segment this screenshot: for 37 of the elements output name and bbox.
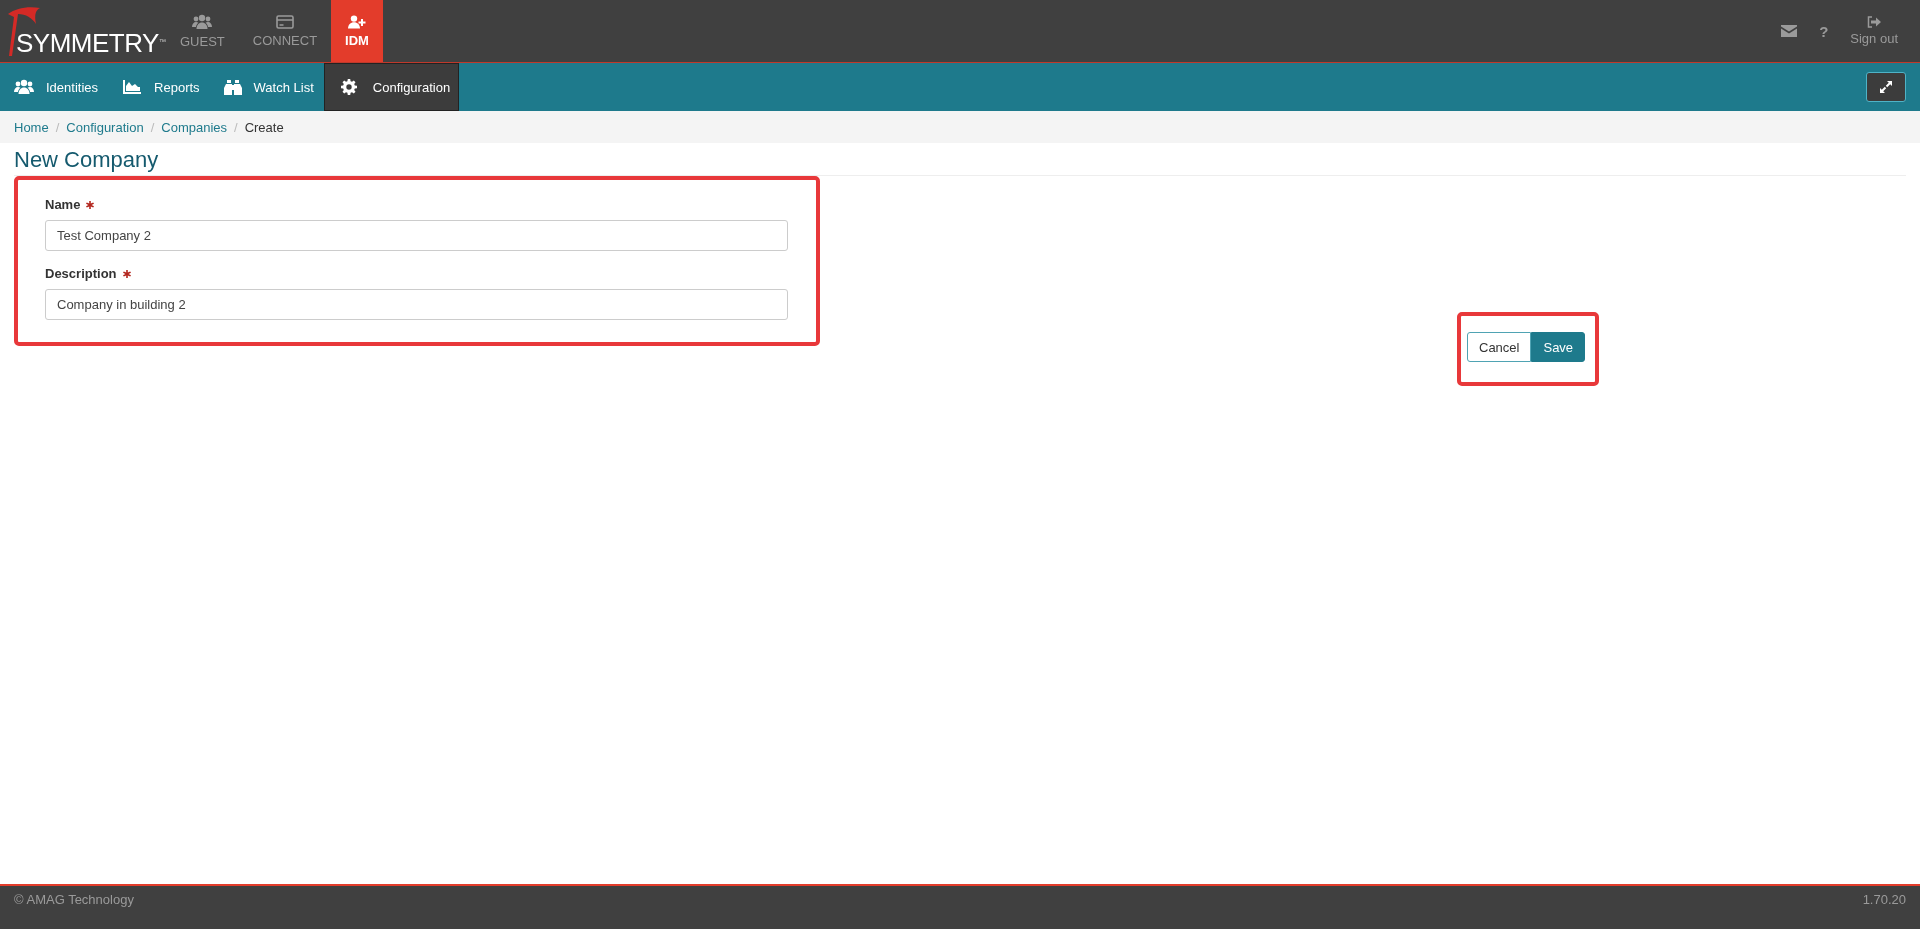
settings-icon bbox=[340, 79, 357, 95]
breadcrumb-current: Create bbox=[244, 119, 284, 135]
version-text: 1.70.20 bbox=[1862, 892, 1906, 909]
users-icon bbox=[14, 79, 34, 95]
nav-tab[interactable]: Identities bbox=[0, 63, 109, 111]
expand-button[interactable] bbox=[1866, 72, 1906, 102]
breadcrumb-separator: / bbox=[55, 119, 60, 135]
app-tab[interactable]: CONNECT bbox=[238, 0, 332, 62]
binoculars-icon bbox=[223, 78, 242, 96]
sign-out-link[interactable]: Sign out bbox=[1850, 16, 1898, 46]
app-tab[interactable]: GUEST bbox=[166, 0, 239, 62]
save-button[interactable]: Save bbox=[1531, 332, 1586, 362]
mail-link[interactable] bbox=[1781, 25, 1798, 37]
expand-icon bbox=[1879, 80, 1893, 94]
breadcrumb-separator: / bbox=[150, 119, 155, 135]
nav-tab[interactable]: Reports bbox=[108, 63, 210, 111]
sign-out-icon bbox=[1867, 16, 1882, 28]
nav-tab[interactable]: Watch List bbox=[209, 63, 324, 111]
area-chart-icon bbox=[122, 79, 143, 95]
envelope-icon bbox=[1781, 25, 1798, 37]
copyright-text: © AMAG Technology bbox=[14, 892, 134, 909]
field-label: Description bbox=[45, 266, 117, 281]
breadcrumb-link[interactable]: Configuration bbox=[66, 119, 144, 135]
app-tab[interactable]: IDM bbox=[331, 0, 383, 62]
user-plus-icon bbox=[348, 14, 366, 29]
input-field[interactable]: Company in building 2 bbox=[45, 289, 788, 320]
input-field[interactable]: Test Company 2 bbox=[45, 220, 788, 251]
card-icon bbox=[275, 14, 294, 29]
nav-tab[interactable]: Configuration bbox=[323, 63, 460, 111]
field-label: Name bbox=[45, 197, 81, 212]
users-icon bbox=[192, 13, 213, 30]
breadcrumb-link[interactable]: Home bbox=[14, 119, 49, 135]
help-link[interactable]: ? bbox=[1819, 22, 1829, 40]
breadcrumb-separator: / bbox=[234, 119, 238, 135]
page-title: New Company bbox=[14, 147, 1906, 176]
breadcrumb-link[interactable]: Companies bbox=[161, 119, 228, 135]
cancel-button[interactable]: Cancel bbox=[1467, 332, 1532, 362]
